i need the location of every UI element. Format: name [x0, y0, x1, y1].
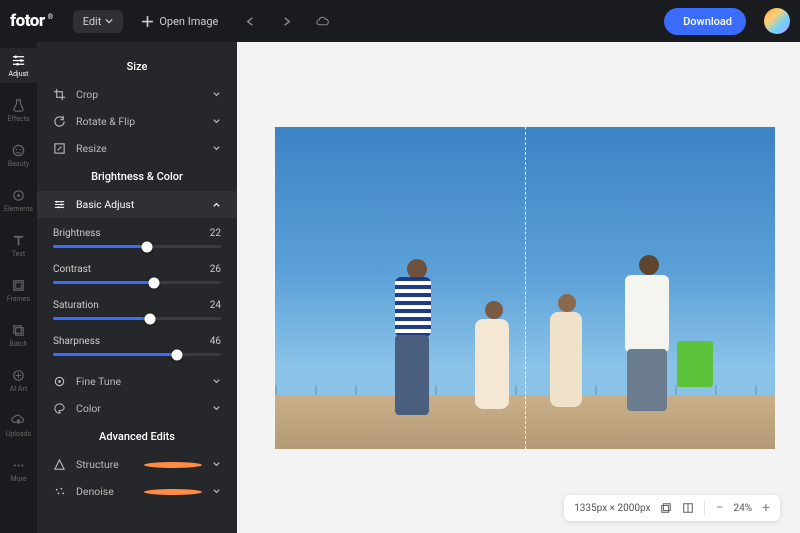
- slider-saturation[interactable]: Saturation 24: [37, 290, 237, 326]
- row-crop[interactable]: Crop: [37, 81, 237, 108]
- slider-label: Brightness: [53, 228, 101, 239]
- arrow-left-icon: [244, 15, 257, 28]
- tool-sidebar: Adjust Effects Beauty Elements Text Fram…: [0, 42, 37, 533]
- chevron-down-icon: [212, 117, 221, 126]
- cloud-button[interactable]: [308, 7, 336, 35]
- row-basic-adjust[interactable]: Basic Adjust: [37, 191, 237, 218]
- sliders-icon: [53, 198, 66, 211]
- slider-value: 22: [210, 228, 221, 239]
- chevron-down-icon: [212, 460, 221, 469]
- slider-thumb[interactable]: [142, 241, 153, 252]
- slider-sharpness[interactable]: Sharpness 46: [37, 326, 237, 362]
- sliders-icon: [11, 53, 26, 68]
- slider-track[interactable]: [53, 317, 221, 320]
- row-denoise[interactable]: Denoise: [37, 478, 237, 505]
- shapes-icon: [11, 188, 26, 203]
- cloud-icon: [316, 15, 329, 28]
- triangle-icon: [53, 458, 66, 471]
- chevron-down-icon: [105, 17, 113, 25]
- section-title-size: Size: [37, 52, 237, 81]
- sidebar-item-frames[interactable]: Frames: [0, 273, 37, 308]
- chevron-down-icon: [212, 487, 221, 496]
- image-stage[interactable]: [275, 127, 775, 449]
- slider-value: 46: [210, 336, 221, 347]
- slider-value: 26: [210, 264, 221, 275]
- zoom-out-button[interactable]: −: [715, 500, 723, 516]
- edit-dropdown[interactable]: Edit: [73, 10, 124, 33]
- face-icon: [11, 143, 26, 158]
- chevron-down-icon: [212, 404, 221, 413]
- sidebar-item-beauty[interactable]: Beauty: [0, 138, 37, 173]
- download-button[interactable]: Download: [664, 8, 746, 35]
- slider-thumb[interactable]: [148, 277, 159, 288]
- sidebar-item-batch[interactable]: Batch: [0, 318, 37, 353]
- slider-value: 24: [210, 300, 221, 311]
- sparkle-icon: [11, 368, 26, 383]
- sidebar-item-more[interactable]: More: [0, 453, 37, 488]
- undo-button[interactable]: [236, 7, 264, 35]
- dot-indicator: [144, 489, 202, 495]
- section-title-advanced: Advanced Edits: [37, 422, 237, 451]
- chevron-up-icon: [212, 200, 221, 209]
- frame-icon: [11, 278, 26, 293]
- zoom-in-button[interactable]: +: [762, 500, 770, 516]
- plus-icon: [141, 15, 154, 28]
- slider-track[interactable]: [53, 281, 221, 284]
- dots-icon: [11, 458, 26, 473]
- palette-icon: [53, 402, 66, 415]
- sidebar-item-effects[interactable]: Effects: [0, 93, 37, 128]
- slider-thumb[interactable]: [172, 349, 183, 360]
- brand-logo: fotor: [10, 11, 49, 31]
- slider-contrast[interactable]: Contrast 26: [37, 254, 237, 290]
- sidebar-item-adjust[interactable]: Adjust: [0, 48, 37, 83]
- slider-track[interactable]: [53, 245, 221, 248]
- comparison-divider[interactable]: [525, 127, 526, 449]
- slider-label: Sharpness: [53, 336, 100, 347]
- section-title-brightness-color: Brightness & Color: [37, 162, 237, 191]
- open-image-button[interactable]: Open Image: [141, 15, 218, 28]
- text-icon: [11, 233, 26, 248]
- row-fine-tune[interactable]: Fine Tune: [37, 368, 237, 395]
- upload-icon: [11, 413, 26, 428]
- status-bar: 1335px × 2000px − 24% +: [564, 495, 780, 521]
- chevron-down-icon: [212, 144, 221, 153]
- slider-label: Saturation: [53, 300, 99, 311]
- slider-label: Contrast: [53, 264, 91, 275]
- sidebar-item-elements[interactable]: Elements: [0, 183, 37, 218]
- arrow-right-icon: [280, 15, 293, 28]
- adjust-panel: Size Crop Rotate & Flip Resize Brightnes…: [37, 42, 237, 533]
- slider-brightness[interactable]: Brightness 22: [37, 218, 237, 254]
- dot-indicator: [144, 462, 202, 468]
- stack-icon: [11, 323, 26, 338]
- resize-icon: [53, 142, 66, 155]
- row-resize[interactable]: Resize: [37, 135, 237, 162]
- sidebar-item-text[interactable]: Text: [0, 228, 37, 263]
- row-rotate[interactable]: Rotate & Flip: [37, 108, 237, 135]
- compare-icon[interactable]: [682, 502, 694, 514]
- avatar[interactable]: [764, 8, 790, 34]
- chevron-down-icon: [212, 90, 221, 99]
- crop-icon: [53, 88, 66, 101]
- tune-icon: [53, 375, 66, 388]
- zoom-value: 24%: [733, 503, 752, 514]
- status-dimensions: 1335px × 2000px: [574, 503, 650, 514]
- canvas-area: 1335px × 2000px − 24% +: [237, 42, 800, 533]
- flask-icon: [11, 98, 26, 113]
- redo-button[interactable]: [272, 7, 300, 35]
- layers-icon[interactable]: [660, 502, 672, 514]
- row-structure[interactable]: Structure: [37, 451, 237, 478]
- sidebar-item-uploads[interactable]: Uploads: [0, 408, 37, 443]
- chevron-down-icon: [212, 377, 221, 386]
- row-color[interactable]: Color: [37, 395, 237, 422]
- app-header: fotor Edit Open Image Download: [0, 0, 800, 42]
- slider-track[interactable]: [53, 353, 221, 356]
- denoise-icon: [53, 485, 66, 498]
- sidebar-item-aiart[interactable]: AI Art: [0, 363, 37, 398]
- slider-thumb[interactable]: [145, 313, 156, 324]
- rotate-icon: [53, 115, 66, 128]
